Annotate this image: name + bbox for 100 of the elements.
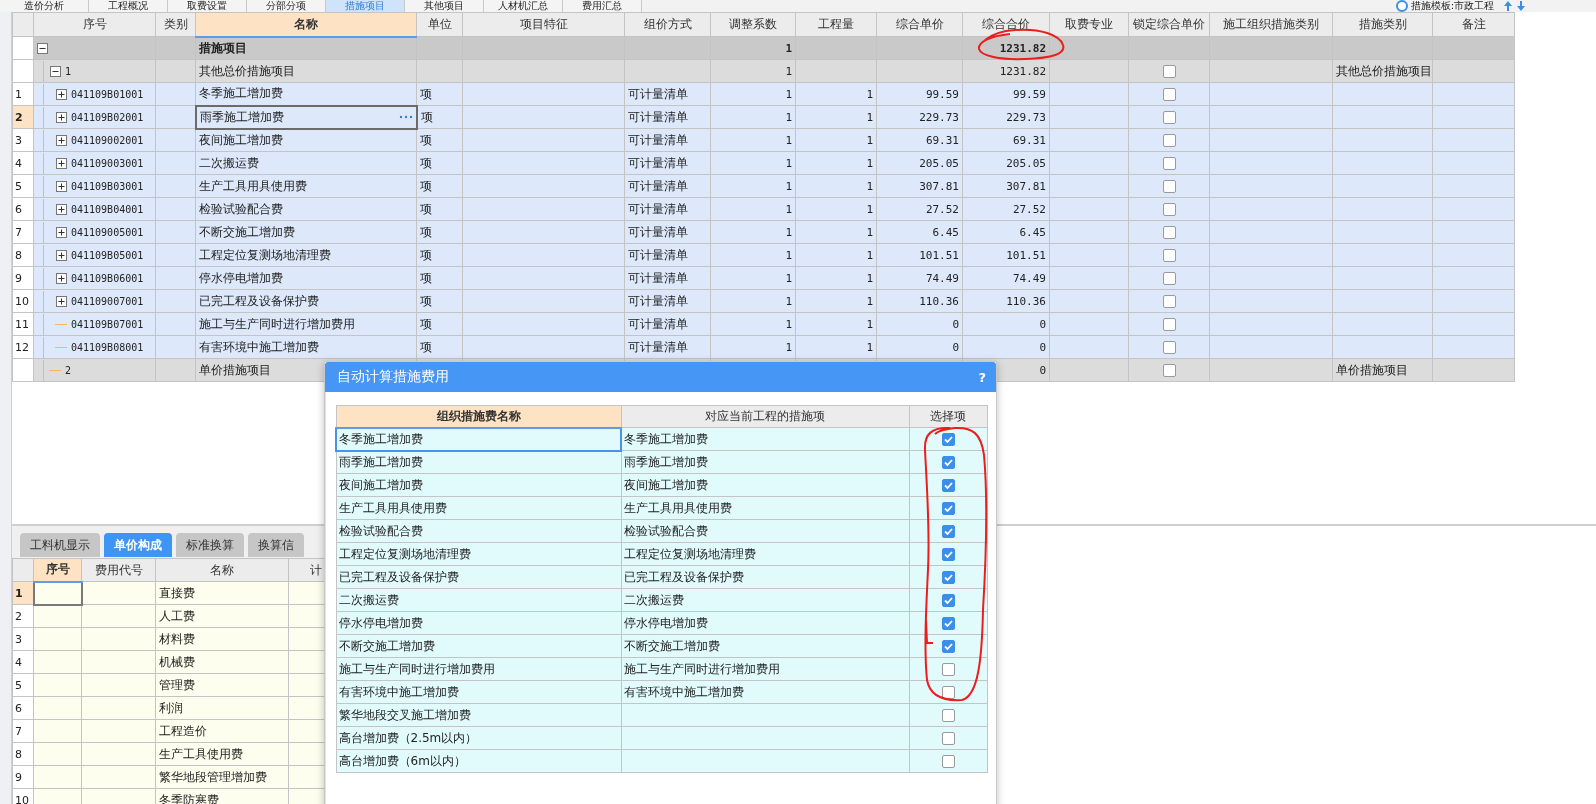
lock-checkbox[interactable]	[1162, 203, 1176, 216]
column-header[interactable]: 计	[288, 558, 324, 582]
table-cell[interactable]: 不断交施工增加费	[336, 634, 621, 658]
table-cell: 管理费	[155, 673, 289, 697]
lock-checkbox[interactable]	[1162, 65, 1176, 78]
select-checkbox[interactable]	[941, 525, 955, 538]
lock-checkbox[interactable]	[1162, 134, 1176, 147]
table-cell: 不断交施工增加费	[621, 634, 909, 658]
template-label: 措施模板:市政工程	[1410, 0, 1494, 12]
table-cell[interactable]: 夜间施工增加费	[336, 473, 621, 497]
table-cell[interactable]: 二次搬运费	[336, 588, 621, 612]
lock-checkbox[interactable]	[1162, 318, 1176, 331]
column-header[interactable]: 综合单价	[876, 12, 963, 37]
row-number: 11	[12, 312, 34, 336]
table-cell[interactable]: 生产工具用具使用费	[336, 496, 621, 520]
down-arrow-icon[interactable]	[1516, 0, 1526, 12]
column-header[interactable]: 选择项	[909, 405, 987, 428]
select-checkbox[interactable]	[941, 548, 955, 561]
select-checkbox[interactable]	[941, 709, 955, 722]
select-checkbox[interactable]	[941, 456, 955, 469]
select-checkbox[interactable]	[941, 433, 955, 446]
detail-tab[interactable]: 标准换算	[176, 533, 244, 557]
lock-checkbox[interactable]	[1162, 88, 1176, 101]
table-cell[interactable]: 检验试验配合费	[336, 519, 621, 543]
select-checkbox[interactable]	[941, 640, 955, 653]
row-number: 7	[12, 719, 34, 743]
column-header[interactable]: 取费专业	[1049, 12, 1129, 37]
column-header[interactable]: 对应当前工程的措施项	[621, 405, 909, 428]
table-cell[interactable]: 停水停电增加费	[336, 611, 621, 635]
select-checkbox[interactable]	[941, 479, 955, 492]
lock-checkbox[interactable]	[1162, 180, 1176, 193]
ellipsis-icon[interactable]	[398, 115, 413, 119]
select-checkbox[interactable]	[941, 755, 955, 768]
table-cell: 041109B05001	[71, 249, 144, 261]
expand-toggle[interactable]	[56, 157, 67, 169]
table-cell[interactable]: 有害环境中施工增加费	[336, 680, 621, 704]
detail-tab[interactable]: 换算信	[248, 533, 304, 557]
column-header[interactable]: 名称	[195, 12, 417, 37]
column-header[interactable]: 综合合价	[962, 12, 1050, 37]
collapse-toggle[interactable]	[50, 65, 61, 77]
column-header[interactable]: 序号	[33, 558, 82, 582]
table-cell[interactable]: 已完工程及设备保护费	[336, 565, 621, 589]
lock-checkbox[interactable]	[1162, 226, 1176, 239]
column-header[interactable]: 措施类别	[1332, 12, 1433, 37]
collapse-toggle[interactable]	[37, 42, 48, 54]
column-header[interactable]: 备注	[1432, 12, 1515, 37]
column-header[interactable]: 组织措施费名称	[336, 405, 621, 428]
select-checkbox[interactable]	[941, 502, 955, 515]
table-cell[interactable]: 高台增加费（6m以内）	[336, 749, 621, 773]
expand-toggle[interactable]	[56, 134, 67, 146]
expand-toggle[interactable]	[56, 111, 67, 123]
table-cell: 其他总价措施项目	[199, 62, 295, 80]
table-cell: 利润	[155, 696, 289, 720]
table-cell: 041109B04001	[71, 203, 144, 215]
select-checkbox[interactable]	[941, 686, 955, 699]
lock-checkbox[interactable]	[1162, 111, 1176, 124]
table-cell: 雨季施工增加费	[621, 450, 909, 474]
expand-toggle[interactable]	[56, 295, 67, 307]
table-cell[interactable]: 繁华地段交叉施工增加费	[336, 703, 621, 727]
lock-checkbox[interactable]	[1162, 364, 1176, 377]
expand-toggle[interactable]	[56, 249, 67, 261]
detail-tab[interactable]: 工料机显示	[20, 533, 100, 557]
lock-checkbox[interactable]	[1162, 341, 1176, 354]
column-header[interactable]: 序号	[33, 12, 156, 37]
lock-checkbox[interactable]	[1162, 249, 1176, 262]
column-header[interactable]: 单位	[416, 12, 463, 37]
table-cell[interactable]: 高台增加费（2.5m以内）	[336, 726, 621, 750]
select-checkbox[interactable]	[941, 571, 955, 584]
lock-checkbox[interactable]	[1162, 295, 1176, 308]
column-header[interactable]: 项目特征	[462, 12, 625, 37]
expand-toggle[interactable]	[56, 226, 67, 238]
column-header[interactable]: 名称	[155, 558, 289, 582]
row-number: 8	[12, 742, 34, 766]
select-checkbox[interactable]	[941, 732, 955, 745]
row-number: 1	[12, 82, 34, 106]
column-header[interactable]: 费用代号	[81, 558, 156, 582]
table-cell[interactable]: 工程定位复测场地清理费	[336, 542, 621, 566]
expand-toggle[interactable]	[56, 272, 67, 284]
select-checkbox[interactable]	[941, 594, 955, 607]
expand-toggle[interactable]	[56, 88, 67, 100]
up-arrow-icon[interactable]	[1503, 0, 1513, 12]
expand-toggle[interactable]	[56, 203, 67, 215]
row-number: 4	[12, 650, 34, 674]
column-header[interactable]: 锁定综合单价	[1128, 12, 1210, 37]
column-header[interactable]: 工程量	[795, 12, 877, 37]
table-cell[interactable]: 冬季施工增加费	[336, 427, 621, 451]
column-header[interactable]: 组价方式	[624, 12, 711, 37]
lock-checkbox[interactable]	[1162, 157, 1176, 170]
expand-toggle[interactable]	[56, 180, 67, 192]
column-header[interactable]: 类别	[155, 12, 196, 37]
column-header[interactable]: 调整系数	[710, 12, 796, 37]
select-checkbox[interactable]	[941, 617, 955, 630]
ink-tick	[925, 619, 934, 644]
dialog-title: 自动计算措施费用	[337, 368, 449, 386]
table-cell[interactable]: 施工与生产同时进行增加费用	[336, 657, 621, 681]
table-cell: 工程定位复测场地清理费	[199, 246, 331, 264]
lock-checkbox[interactable]	[1162, 272, 1176, 285]
table-cell[interactable]: 雨季施工增加费	[336, 450, 621, 474]
select-checkbox[interactable]	[941, 663, 955, 676]
column-header[interactable]: 施工组织措施类别	[1209, 12, 1333, 37]
